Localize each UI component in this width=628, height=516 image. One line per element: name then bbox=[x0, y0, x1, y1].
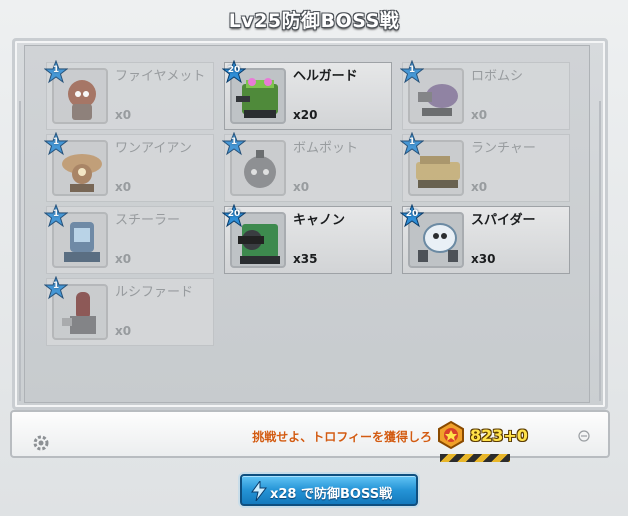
unit-card-hell-guard[interactable]: 20 ヘルガード x20 bbox=[221, 59, 392, 130]
unit-name: キャノン bbox=[293, 213, 346, 228]
unit-name: ワンアイアン bbox=[115, 141, 192, 156]
unit-count: x30 bbox=[471, 252, 496, 266]
unit-card-lucifard[interactable]: 1 ルシファード x0 bbox=[43, 275, 214, 346]
unit-card-bomb-pot[interactable]: 1 ボムポット x0 bbox=[221, 131, 392, 202]
unit-count: x20 bbox=[293, 108, 318, 122]
trophy-count: 823+0 bbox=[470, 426, 528, 445]
unit-card-stealer[interactable]: 1 スチーラー x0 bbox=[43, 203, 214, 274]
level-star-icon: 1 bbox=[43, 203, 69, 228]
level-star-icon: 20 bbox=[221, 59, 247, 84]
unit-count: x0 bbox=[115, 324, 132, 338]
unit-name: スパイダー bbox=[471, 213, 536, 228]
page-title: Lv25防御BOSS戦 bbox=[228, 10, 400, 32]
unit-card-spider[interactable]: 20 スパイダー x30 bbox=[399, 203, 570, 274]
unit-name: スチーラー bbox=[115, 213, 181, 228]
minus-icon bbox=[578, 430, 590, 442]
unit-count: x0 bbox=[115, 108, 132, 122]
frame-decoration-right bbox=[591, 101, 601, 401]
unit-name: ランチャー bbox=[471, 141, 536, 156]
hazard-stripe bbox=[440, 454, 510, 462]
unit-card-one-iron[interactable]: 1 ワンアイアン x0 bbox=[43, 131, 214, 202]
unit-name: ルシファード bbox=[115, 285, 194, 300]
level-star-icon: 1 bbox=[43, 131, 69, 156]
unit-card-launcher[interactable]: 1 ランチャー x0 bbox=[399, 131, 570, 202]
level-star-icon: 1 bbox=[399, 131, 425, 156]
unit-count: x0 bbox=[471, 180, 488, 194]
gear-icon bbox=[33, 435, 49, 451]
unit-card-cannon[interactable]: 20 キャノン x35 bbox=[221, 203, 392, 274]
unit-name: ヘルガード bbox=[293, 69, 358, 84]
level-star-icon: 20 bbox=[399, 203, 425, 228]
unit-count: x0 bbox=[293, 180, 310, 194]
unit-count: x0 bbox=[115, 180, 132, 194]
unit-name: ファイヤメット bbox=[115, 69, 206, 84]
unit-count: x0 bbox=[115, 252, 132, 266]
level-star-icon: 1 bbox=[43, 275, 69, 300]
level-star-icon: 20 bbox=[221, 203, 247, 228]
unit-name: ボムポット bbox=[293, 141, 359, 156]
energy-bolt-icon bbox=[251, 481, 268, 501]
trophy-icon bbox=[438, 420, 464, 450]
level-star-icon: 1 bbox=[399, 59, 425, 84]
unit-count: x0 bbox=[471, 108, 488, 122]
unit-card-fire-met[interactable]: 1 ファイヤメット x0 bbox=[43, 59, 214, 130]
start-boss-battle-button[interactable]: x28 で防御BOSS戦 bbox=[240, 474, 418, 506]
challenge-message: 挑戦せよ、トロフィーを獲得しろ bbox=[252, 430, 432, 444]
unit-card-robomushi[interactable]: 1 ロボムシ x0 bbox=[399, 59, 570, 130]
trophy-bar: 挑戦せよ、トロフィーを獲得しろ 823+0 bbox=[10, 410, 610, 458]
unit-count: x35 bbox=[293, 252, 318, 266]
level-star-icon: 1 bbox=[43, 59, 69, 84]
start-boss-battle-label: x28 で防御BOSS戦 bbox=[270, 487, 393, 502]
level-star-icon: 1 bbox=[221, 131, 247, 156]
unit-name: ロボムシ bbox=[471, 69, 524, 84]
